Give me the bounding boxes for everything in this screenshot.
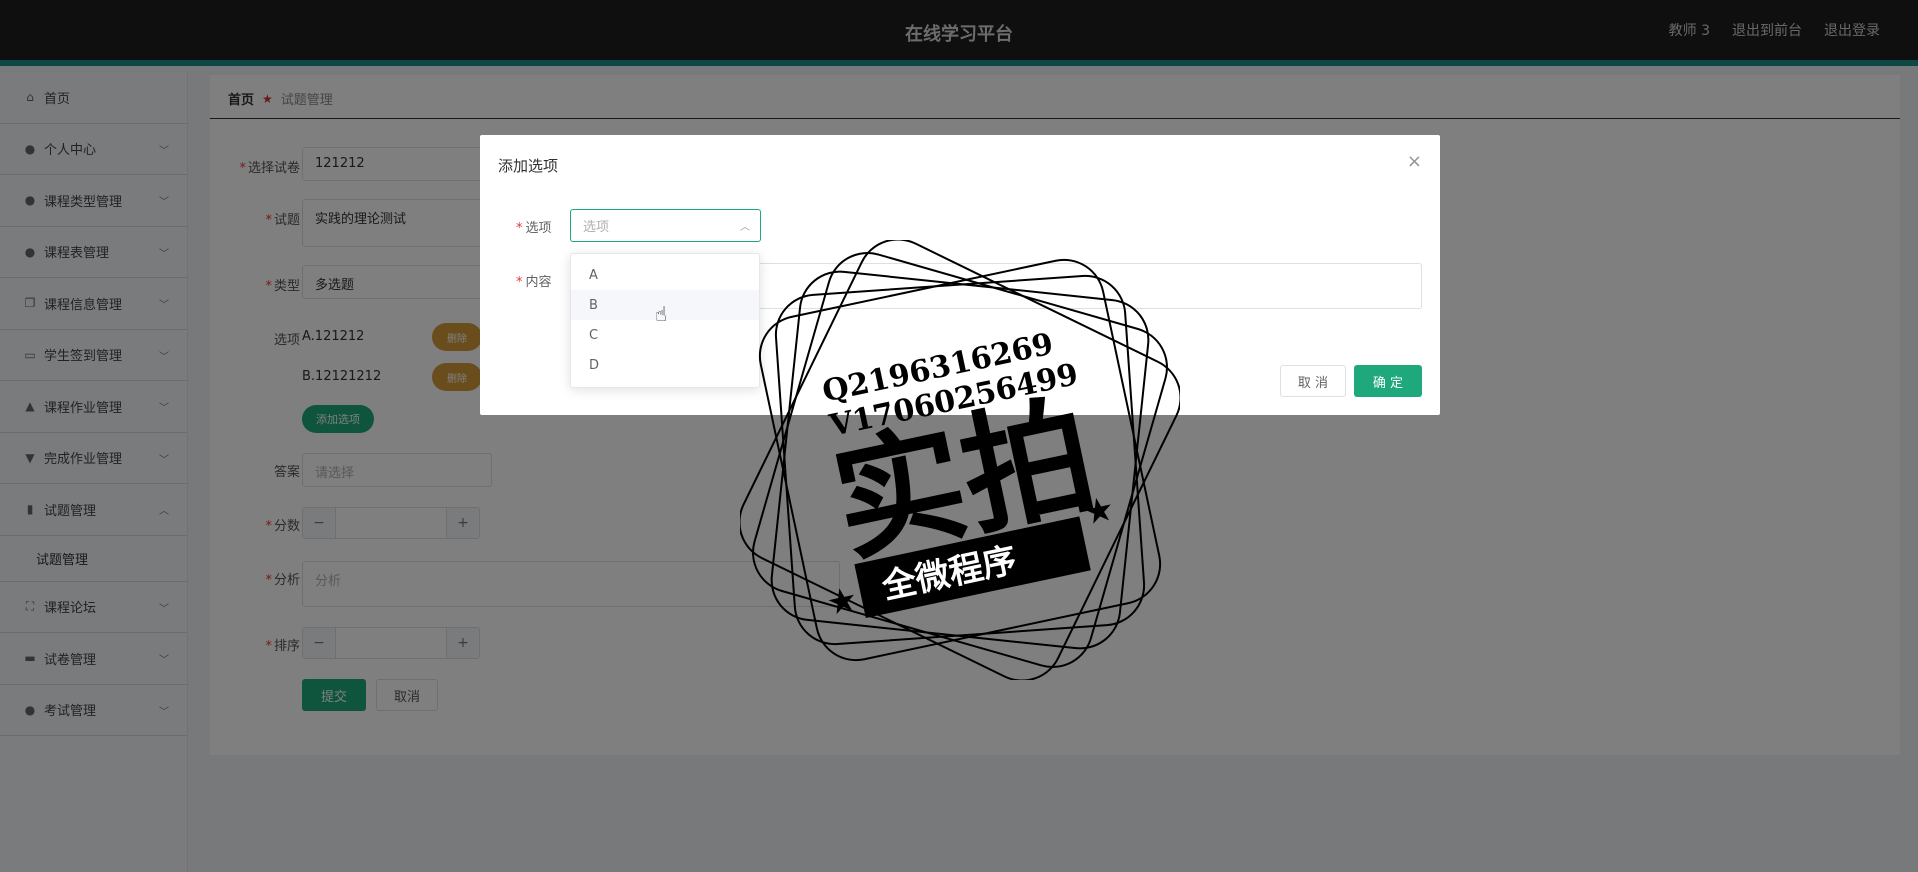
dialog-ok-button[interactable]: 确 定 (1354, 365, 1422, 397)
chevron-up-icon: ︿ (740, 222, 750, 233)
dropdown-option-d[interactable]: D (571, 350, 759, 380)
star-icon: ★ (823, 579, 861, 624)
dropdown-option-a[interactable]: A (571, 260, 759, 290)
dialog-option-label: * 选项 (516, 221, 552, 236)
close-icon[interactable]: × (1407, 151, 1422, 172)
hand-cursor-icon: ☝ (655, 302, 668, 326)
watermark-stamp: Q2196316269 V17060256499 实拍 全微程序 ★ ★ (740, 240, 1180, 680)
option-select[interactable]: 选项 ︿ (570, 209, 761, 242)
dialog-title: 添加选项 (498, 157, 559, 175)
option-select-placeholder: 选项 (583, 220, 610, 235)
dialog-cancel-button[interactable]: 取 消 (1280, 365, 1346, 397)
dialog-content-label: * 内容 (516, 275, 552, 290)
